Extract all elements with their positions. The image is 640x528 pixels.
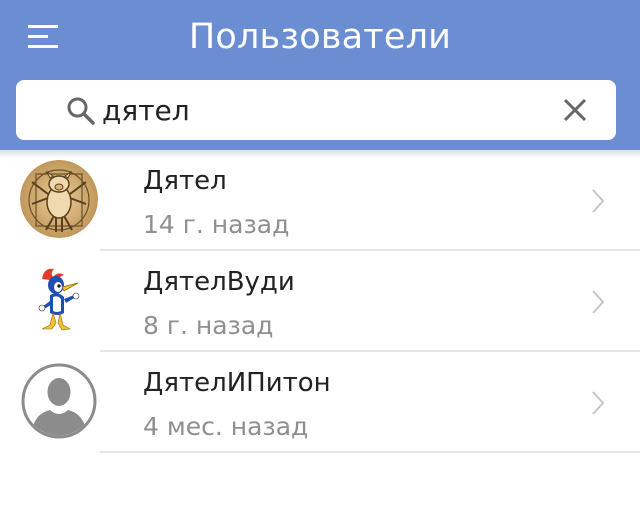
list-item[interactable]: ДятелВуди 8 г. назад [0, 251, 640, 352]
app-header: Пользователи [0, 0, 640, 150]
list-item[interactable]: Дятел 14 г. назад [0, 150, 640, 251]
header-shadow [0, 150, 640, 158]
user-name: ДятелИПитон [143, 368, 331, 398]
search-icon [66, 96, 96, 126]
list-item[interactable]: ДятелИПитон 4 мес. назад [0, 352, 640, 453]
close-icon[interactable] [560, 95, 590, 125]
last-seen-text: 4 мес. назад [143, 412, 309, 441]
default-person-avatar [20, 362, 98, 440]
chevron-right-icon [590, 188, 606, 214]
search-bar [16, 80, 616, 140]
pig-drawing-avatar [20, 160, 98, 238]
chevron-right-icon [590, 390, 606, 416]
divider [100, 451, 640, 453]
last-seen-text: 8 г. назад [143, 311, 274, 340]
woodpecker-cartoon-avatar [20, 261, 98, 339]
users-screen: Пользователи дятел Дятел 14 г. назад Дят… [0, 0, 640, 528]
page-title: Пользователи [188, 17, 452, 57]
user-list: Дятел 14 г. назад ДятелВуди 8 г. назад Д… [0, 150, 640, 453]
user-name: Дятел [143, 166, 227, 196]
user-name: ДятелВуди [143, 267, 295, 297]
chevron-right-icon [590, 289, 606, 315]
last-seen-text: 14 г. назад [143, 210, 290, 239]
search-input[interactable] [102, 88, 542, 132]
